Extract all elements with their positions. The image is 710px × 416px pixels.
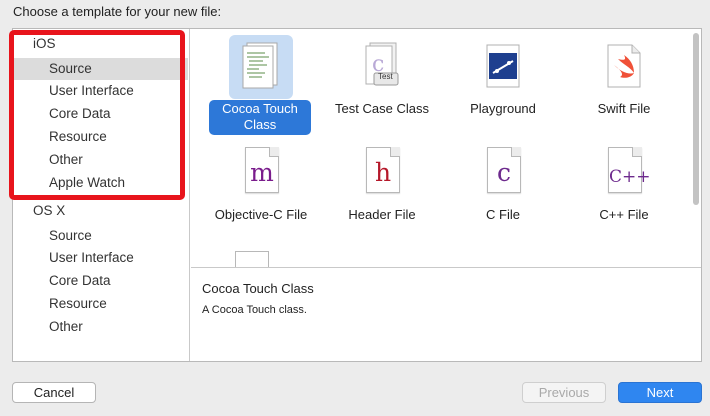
template-label: C File bbox=[486, 207, 520, 222]
template-label: C++ File bbox=[599, 207, 649, 222]
partial-file-icon bbox=[235, 251, 269, 267]
template-cpp-file[interactable]: C++ C++ File bbox=[564, 137, 684, 237]
sidebar-item-ios-other[interactable]: Other bbox=[13, 149, 188, 171]
new-file-dialog: Choose a template for your new file: iOS… bbox=[0, 0, 710, 416]
cpp-glyph: C++ bbox=[609, 167, 651, 187]
template-label: Playground bbox=[470, 101, 536, 116]
template-grid-scrollbar[interactable] bbox=[693, 33, 699, 205]
sidebar-item-osx-resource[interactable]: Resource bbox=[13, 293, 188, 315]
template-grid: Cocoa Touch Class c Test Test Case Class bbox=[191, 29, 701, 267]
platform-ios[interactable]: iOS bbox=[33, 36, 56, 51]
h-file-icon: h bbox=[350, 141, 414, 205]
cpp-file-icon: C++ bbox=[592, 141, 656, 205]
template-c-file[interactable]: c C File bbox=[443, 137, 563, 237]
template-label: Objective-C File bbox=[214, 207, 308, 222]
template-cocoa-touch-class[interactable]: Cocoa Touch Class bbox=[201, 31, 321, 135]
c-glyph: c bbox=[496, 158, 511, 187]
sidebar-item-osx-user-interface[interactable]: User Interface bbox=[13, 247, 188, 269]
template-objective-c-file[interactable]: m Objective-C File bbox=[201, 137, 321, 237]
swift-icon bbox=[592, 35, 656, 99]
sidebar-item-ios-resource[interactable]: Resource bbox=[13, 126, 188, 148]
h-glyph: h bbox=[374, 158, 392, 187]
dialog-prompt: Choose a template for your new file: bbox=[13, 4, 222, 19]
test-case-icon: c bbox=[350, 35, 414, 99]
c-file-icon: c bbox=[471, 141, 535, 205]
template-label: Cocoa Touch Class bbox=[209, 100, 311, 135]
sidebar-item-ios-apple-watch[interactable]: Apple Watch bbox=[13, 172, 188, 194]
sidebar-item-ios-core-data[interactable]: Core Data bbox=[13, 103, 188, 125]
template-swift-file[interactable]: Swift File bbox=[564, 31, 684, 131]
playground-icon bbox=[471, 35, 535, 99]
sidebar-item-osx-source[interactable]: Source bbox=[13, 225, 188, 247]
template-playground[interactable]: Playground bbox=[443, 31, 563, 131]
cocoa-touch-class-icon bbox=[229, 35, 293, 99]
m-file-icon: m bbox=[229, 141, 293, 205]
sidebar-item-osx-core-data[interactable]: Core Data bbox=[13, 270, 188, 292]
test-badge: Test bbox=[378, 72, 393, 81]
template-label: Swift File bbox=[597, 101, 651, 116]
template-description-pane: Cocoa Touch Class A Cocoa Touch class. bbox=[191, 267, 701, 361]
sidebar-item-ios-source[interactable]: Source bbox=[13, 58, 188, 80]
previous-button[interactable]: Previous bbox=[522, 382, 606, 403]
next-button[interactable]: Next bbox=[618, 382, 702, 403]
template-label: Header File bbox=[348, 207, 416, 222]
description-title: Cocoa Touch Class bbox=[202, 281, 314, 296]
template-test-case-class[interactable]: c Test Test Case Class bbox=[322, 31, 442, 131]
template-chooser: iOS Source User Interface Core Data Reso… bbox=[9, 28, 702, 362]
sidebar-item-ios-user-interface[interactable]: User Interface bbox=[13, 80, 188, 102]
m-glyph: m bbox=[250, 158, 274, 187]
description-text: A Cocoa Touch class. bbox=[202, 304, 307, 316]
platform-osx[interactable]: OS X bbox=[33, 203, 65, 218]
template-label: Test Case Class bbox=[335, 101, 429, 116]
platform-sidebar: iOS Source User Interface Core Data Reso… bbox=[9, 29, 190, 361]
sidebar-item-osx-other[interactable]: Other bbox=[13, 316, 188, 338]
template-header-file[interactable]: h Header File bbox=[322, 137, 442, 237]
cancel-button[interactable]: Cancel bbox=[12, 382, 96, 403]
